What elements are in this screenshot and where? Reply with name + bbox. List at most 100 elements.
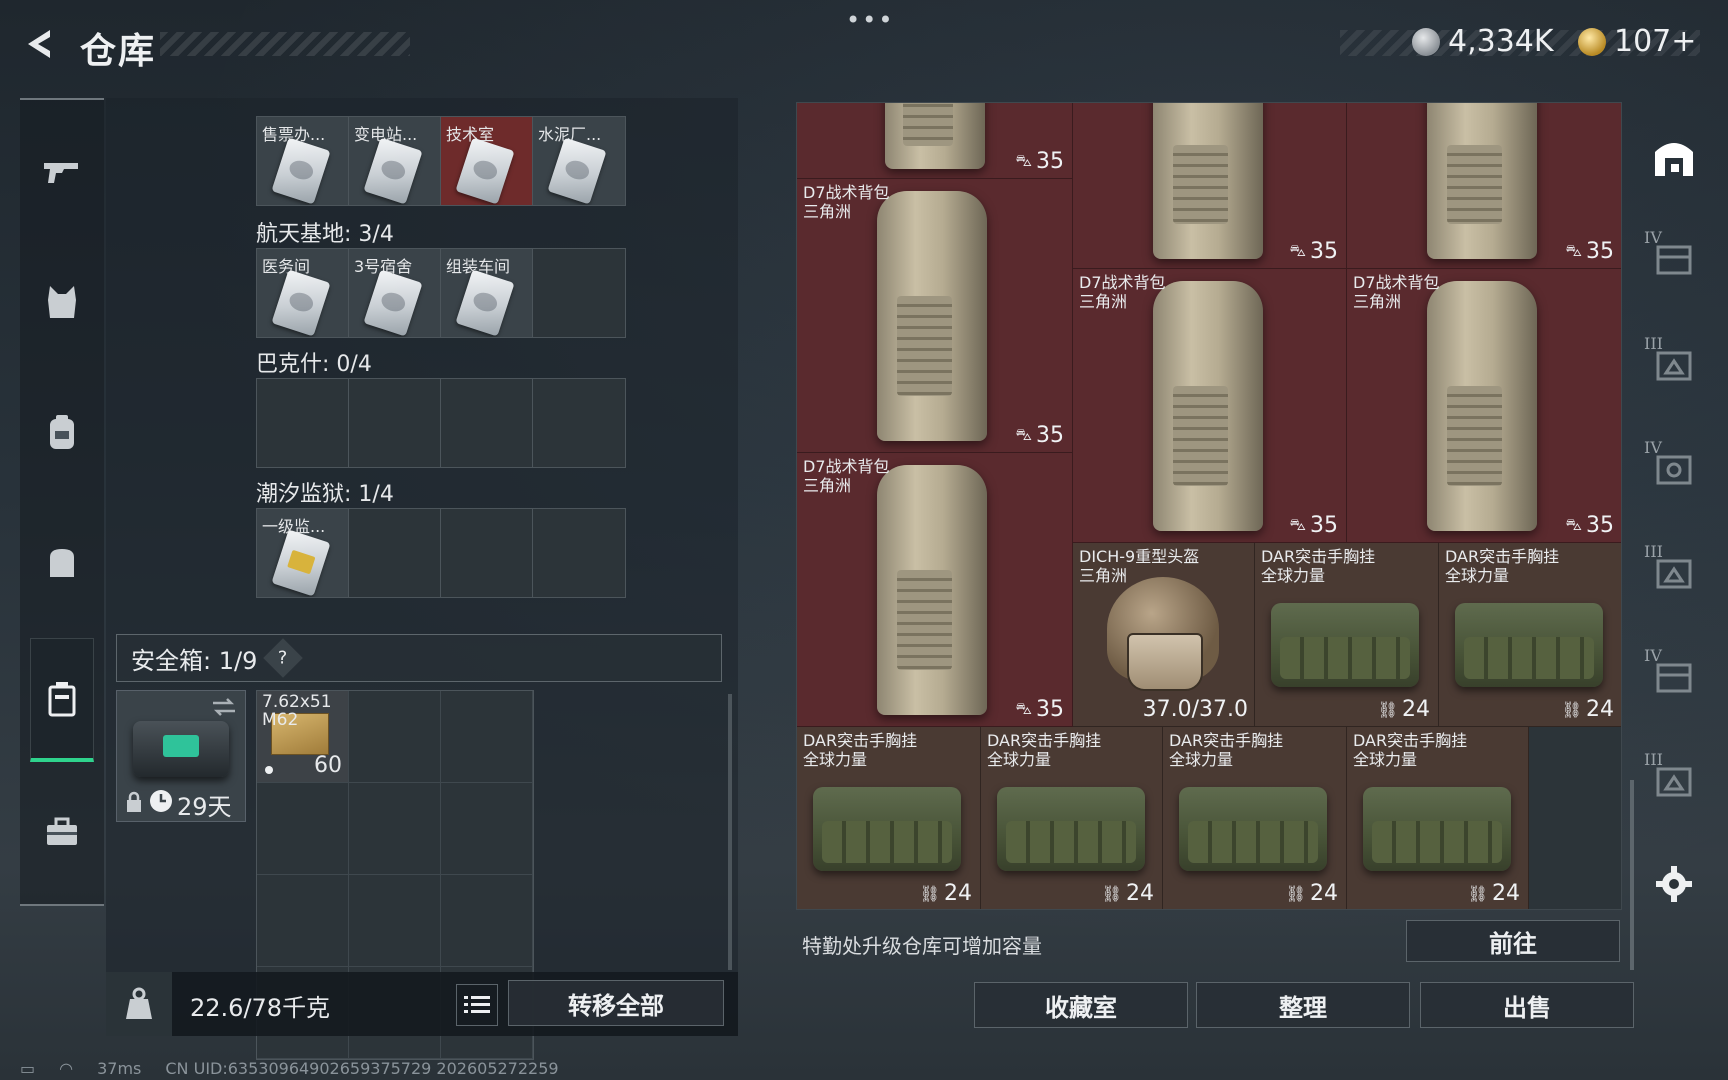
safebox-container[interactable]: 29天 <box>116 690 246 822</box>
list-view-button[interactable] <box>456 984 498 1026</box>
key-slot[interactable]: 医务间 <box>257 249 349 337</box>
stash-item-backpack[interactable]: D7战术背包 三角洲 ⛍ 35 <box>797 179 1073 453</box>
item-name: DICH-9重型头盔 三角洲 <box>1079 547 1200 585</box>
ammo-dot-icon <box>265 766 273 774</box>
key-slot[interactable]: 水泥厂... <box>533 117 625 205</box>
rail-storage[interactable]: IV <box>1644 438 1700 496</box>
stash-item-backpack[interactable]: ⛍ 35 <box>1073 103 1347 269</box>
left-scrollbar[interactable] <box>728 694 732 970</box>
vest-item-icon <box>1179 787 1327 871</box>
swap-icon <box>213 698 235 716</box>
stash-scrollbar[interactable] <box>1630 780 1634 970</box>
right-rail: IV III IV III IV III <box>1640 100 1706 920</box>
weight-icon: ⛍ <box>1015 151 1033 170</box>
nav-briefcase[interactable] <box>30 800 94 864</box>
stash-item-vest[interactable]: DAR突击手胸挂 全球力量 ⛓ 24 <box>981 727 1163 909</box>
briefcase-icon <box>47 817 77 845</box>
key-slot-empty[interactable] <box>257 379 349 467</box>
stash-item-backpack[interactable]: D7战术背包 三角洲 ⛍ 35 <box>797 453 1073 727</box>
item-name: DAR突击手胸挂 全球力量 <box>1353 731 1468 769</box>
nav-armor[interactable] <box>30 270 94 334</box>
keycard-icon <box>271 269 331 337</box>
key-slot-empty[interactable] <box>533 379 625 467</box>
nav-bag[interactable] <box>30 530 94 594</box>
key-slot-empty[interactable] <box>441 509 533 597</box>
stash-item-vest[interactable]: DAR突击手胸挂 全球力量 ⛓ 24 <box>797 727 981 909</box>
currency-gold[interactable]: 107+ <box>1578 24 1696 59</box>
key-slot[interactable]: 售票办... <box>257 117 349 205</box>
safebox-cell[interactable] <box>257 783 349 875</box>
key-slot[interactable]: 一级监... <box>257 509 349 597</box>
rail-storage[interactable]: III <box>1644 750 1700 808</box>
stash-item-vest[interactable]: DAR突击手胸挂 全球力量 ⛓ 24 <box>1255 543 1439 727</box>
safebox-cell[interactable] <box>257 875 349 967</box>
item-name: DAR突击手胸挂 全球力量 <box>987 731 1102 769</box>
keycard-icon <box>363 137 423 205</box>
back-button[interactable] <box>18 22 62 66</box>
stash-item-vest[interactable]: DAR突击手胸挂 全球力量 ⛓ 24 <box>1163 727 1347 909</box>
item-capacity: ⛓ 24 <box>919 881 972 906</box>
key-row-1: 医务间 3号宿舍 组装车间 <box>256 248 626 338</box>
stash-item-vest[interactable]: DAR突击手胸挂 全球力量 ⛓ 24 <box>1439 543 1621 727</box>
backpack-item-icon <box>885 103 985 169</box>
stash-empty-cell[interactable] <box>1529 727 1621 909</box>
stash-item-helmet[interactable]: DICH-9重型头盔 三角洲 37.0/37.0 <box>1073 543 1255 727</box>
key-slot-empty[interactable] <box>349 509 441 597</box>
rail-stash-home[interactable] <box>1648 130 1700 182</box>
item-name: DAR突击手胸挂 全球力量 <box>803 731 918 769</box>
stash-item-backpack[interactable]: D7战术背包 三角洲 ⛍ 35 <box>1347 269 1621 543</box>
key-slot[interactable]: 3号宿舍 <box>349 249 441 337</box>
weight-icon <box>126 987 152 1019</box>
stash-item-backpack[interactable]: D7战术背包 三角洲 ⛍ 35 <box>1073 269 1347 543</box>
item-name: D7战术背包 三角洲 <box>803 183 890 221</box>
ammo-item[interactable]: 7.62x51 M62 60 <box>257 691 349 783</box>
safebox-cell[interactable] <box>349 783 441 875</box>
battery-icon: ▭ <box>20 1058 36 1078</box>
safebox-cell[interactable] <box>441 783 533 875</box>
item-capacity: ⛓ 24 <box>1285 881 1338 906</box>
help-button[interactable]: ? <box>263 638 304 678</box>
nav-backpack[interactable] <box>30 400 94 464</box>
goto-button[interactable]: 前往 <box>1406 920 1620 962</box>
nav-weapons[interactable] <box>30 140 94 204</box>
safebox-cell[interactable] <box>349 691 441 783</box>
item-name: D7战术背包 三角洲 <box>1353 273 1440 311</box>
collection-button[interactable]: 收藏室 <box>974 982 1188 1028</box>
vest-item-icon <box>813 787 961 871</box>
safebox-capacity: 安全箱: 1/9 <box>131 646 258 675</box>
key-slot[interactable]: 组装车间 <box>441 249 533 337</box>
currency-silver[interactable]: 4,334K <box>1412 24 1554 59</box>
transfer-all-button[interactable]: 转移全部 <box>508 980 724 1026</box>
weight-lock[interactable] <box>106 972 172 1036</box>
vest-item-icon <box>1363 787 1511 871</box>
safebox-icon <box>48 681 76 716</box>
key-slot-empty[interactable] <box>533 509 625 597</box>
stash-item-backpack[interactable]: ⛍ 35 <box>1347 103 1621 269</box>
safebox-cell[interactable] <box>441 691 533 783</box>
rail-storage[interactable]: IV <box>1644 228 1700 286</box>
more-menu-button[interactable]: ••• <box>846 6 894 34</box>
safebox-cell[interactable] <box>441 875 533 967</box>
stash-item-backpack[interactable]: ⛍ 35 <box>797 103 1073 179</box>
currency-gold-value: 107+ <box>1614 24 1697 59</box>
warehouse-icon <box>1655 143 1693 176</box>
armor-icon <box>48 286 76 318</box>
rail-storage[interactable]: III <box>1644 334 1700 392</box>
key-slot-empty[interactable] <box>349 379 441 467</box>
key-slot[interactable]: 变电站... <box>349 117 441 205</box>
organize-button[interactable]: 整理 <box>1196 982 1410 1028</box>
backpack-icon <box>50 415 74 449</box>
stash-item-vest[interactable]: DAR突击手胸挂 全球力量 ⛓ 24 <box>1347 727 1529 909</box>
item-capacity: ⛍ 35 <box>1015 149 1065 174</box>
key-slot-empty[interactable] <box>533 249 625 337</box>
nav-safebox[interactable] <box>30 638 94 762</box>
sell-button[interactable]: 出售 <box>1420 982 1634 1028</box>
safebox-cell[interactable] <box>349 875 441 967</box>
item-capacity: ⛍ 35 <box>1565 513 1615 538</box>
rail-storage[interactable]: III <box>1644 542 1700 600</box>
rail-storage[interactable]: IV <box>1644 646 1700 704</box>
rail-settings[interactable] <box>1648 858 1700 910</box>
keycard-icon <box>271 137 331 205</box>
key-slot-empty[interactable] <box>441 379 533 467</box>
key-slot[interactable]: 技术室 <box>441 117 533 205</box>
